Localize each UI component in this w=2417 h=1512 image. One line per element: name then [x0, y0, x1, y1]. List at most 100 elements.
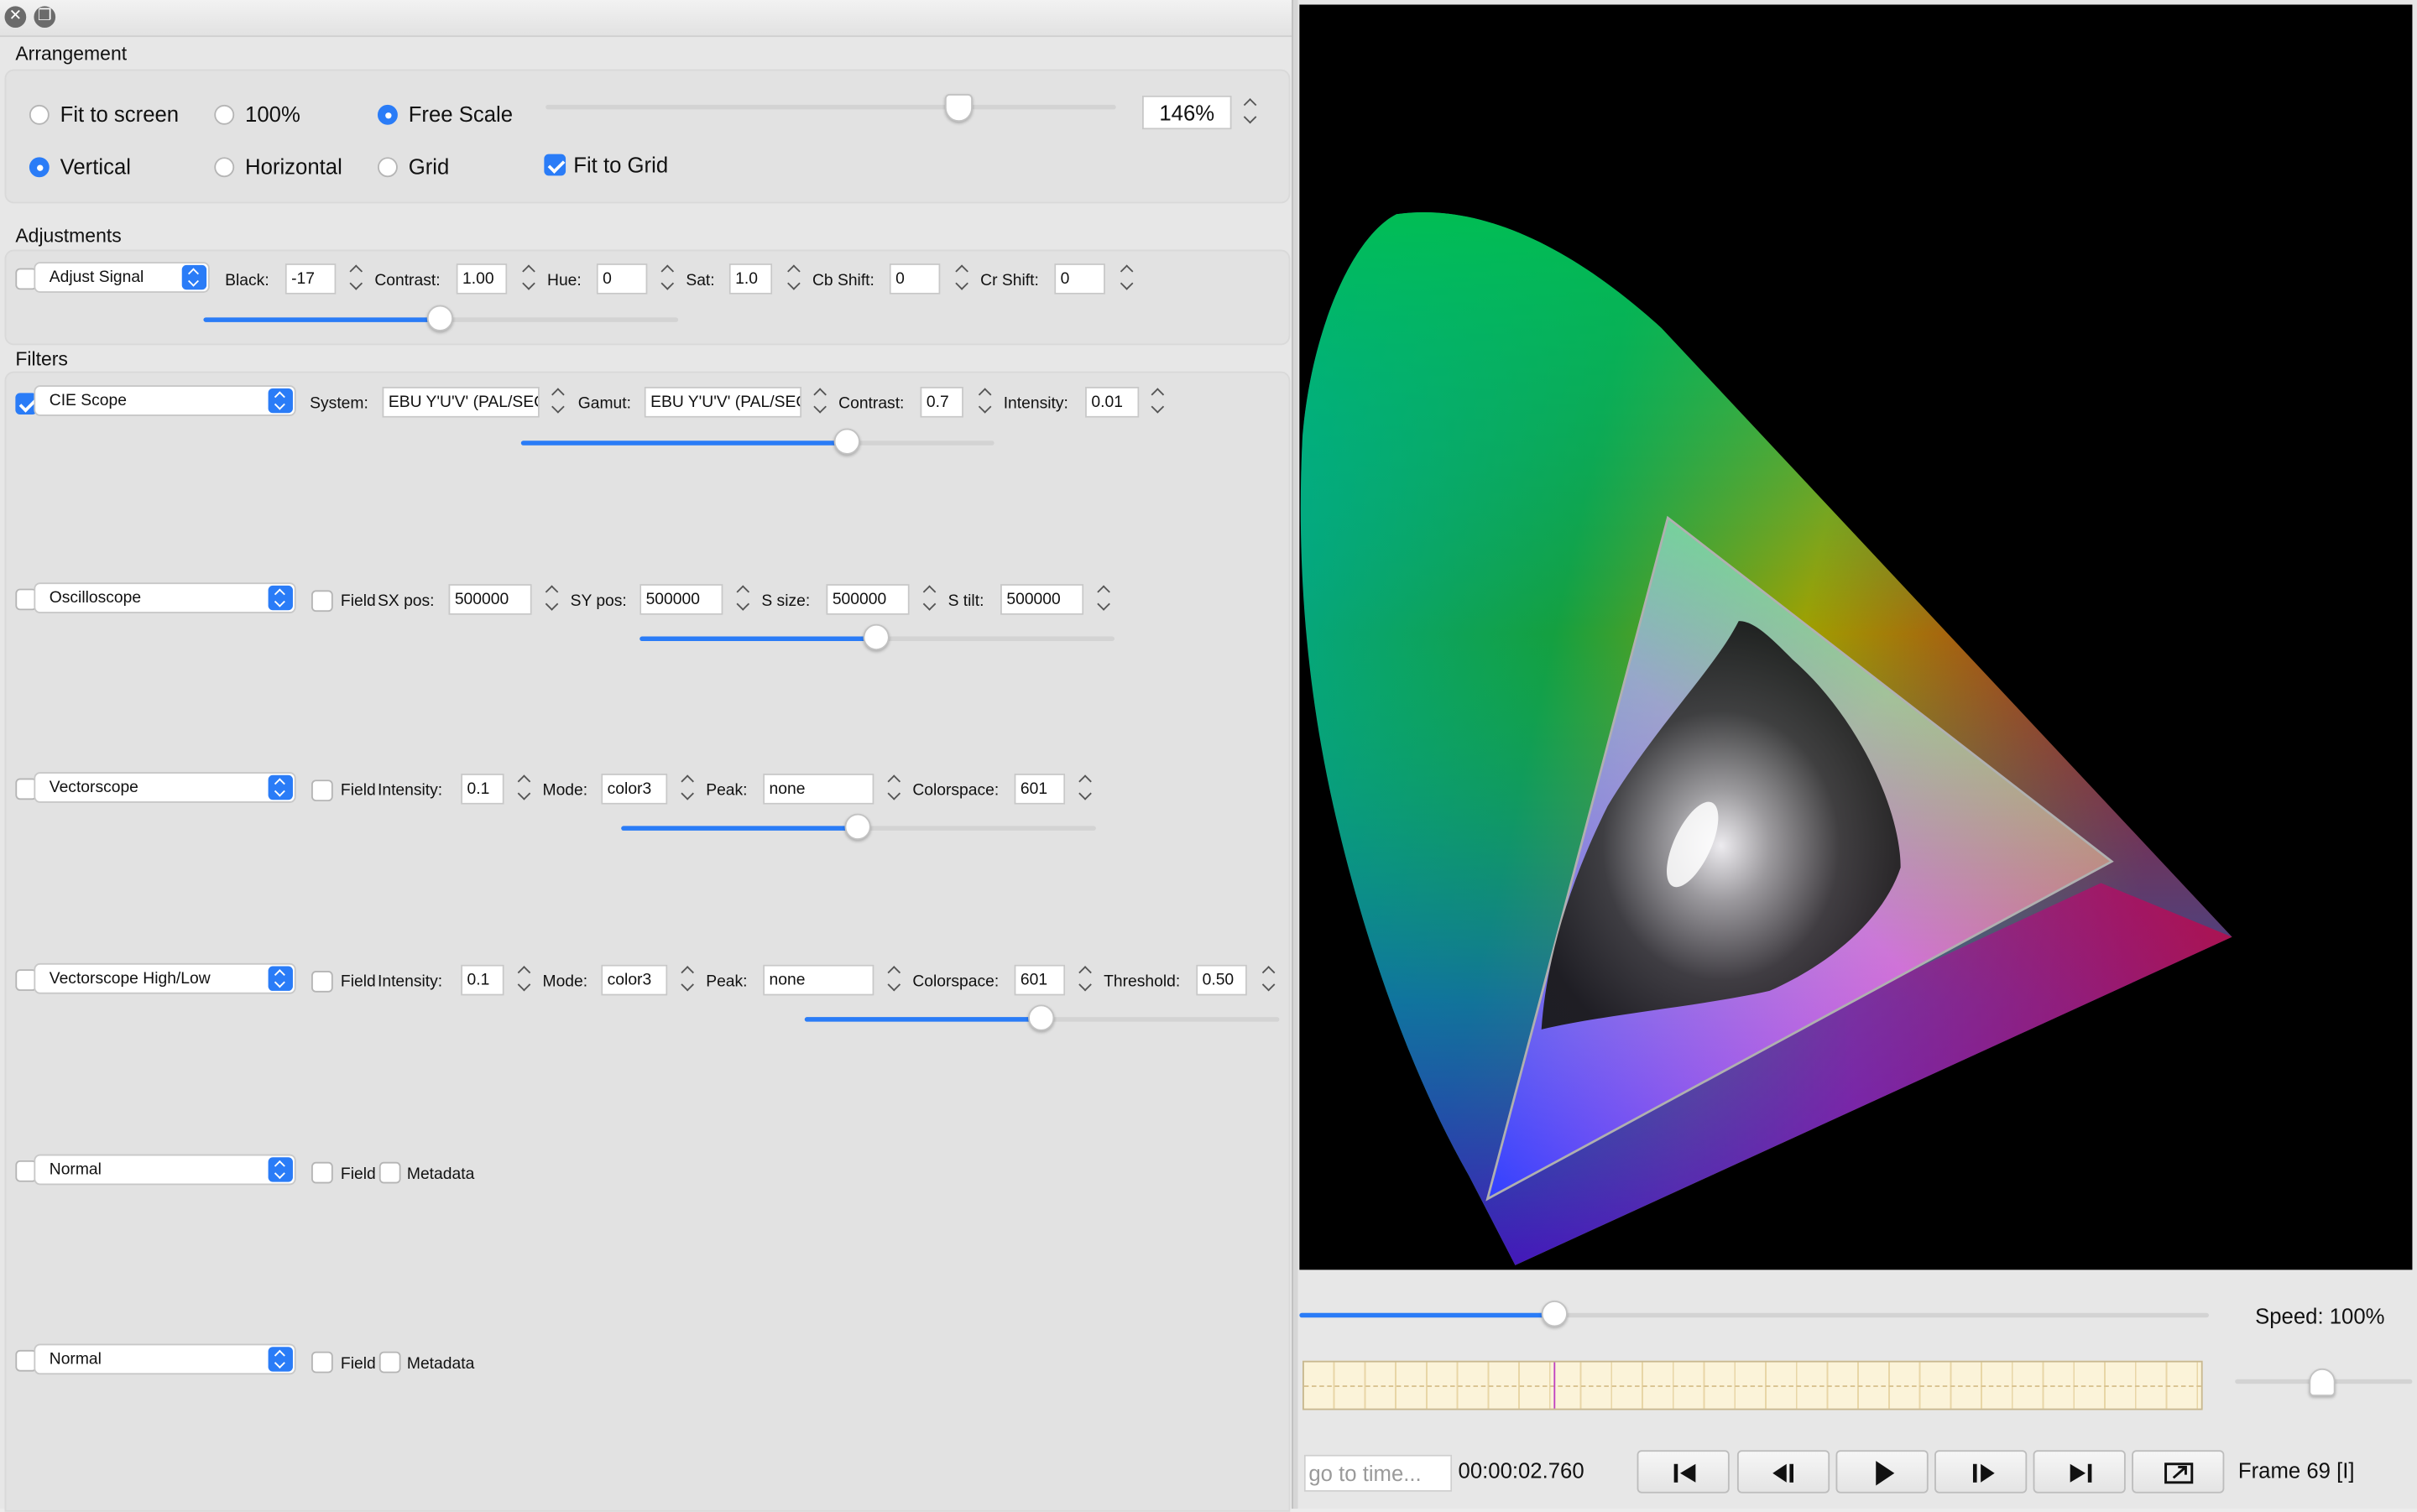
restore-icon[interactable]: ❐ — [34, 6, 56, 29]
timeline[interactable] — [1302, 1360, 2203, 1410]
step-back-button[interactable] — [1736, 1450, 1830, 1494]
cie-filter-select[interactable]: CIE Scope — [34, 385, 296, 416]
cie-gamut-field[interactable]: EBU Y'U'V' (PAL/SECAM) — [644, 386, 802, 418]
grid-label[interactable]: Grid — [409, 154, 450, 179]
fit-to-grid-checkbox[interactable] — [544, 154, 566, 176]
cr-shift-stepper[interactable] — [1118, 262, 1136, 295]
normal2-field-checkbox[interactable] — [311, 1351, 333, 1374]
osc-sy-stepper[interactable] — [733, 582, 752, 616]
step-forward-button[interactable] — [1934, 1450, 2028, 1494]
export-button[interactable] — [2132, 1450, 2225, 1494]
vechl-peak-field[interactable]: none — [763, 964, 874, 996]
vec-colorspace-field[interactable]: 601 — [1014, 773, 1066, 805]
vechl-filter-select[interactable]: Vectorscope High/Low — [34, 962, 296, 994]
cie-contrast-field[interactable]: 0.7 — [920, 386, 963, 418]
normal2-filter-select[interactable]: Normal — [34, 1343, 296, 1375]
cb-shift-stepper[interactable] — [953, 262, 971, 295]
scale-100-label[interactable]: 100% — [245, 102, 300, 126]
black-stepper[interactable] — [347, 262, 365, 295]
scale-stepper[interactable] — [1241, 96, 1260, 129]
vechl-colorspace-stepper[interactable] — [1076, 963, 1094, 997]
horizontal-radio[interactable] — [214, 157, 235, 178]
normal2-metadata-checkbox[interactable] — [378, 1351, 401, 1374]
horizontal-label[interactable]: Horizontal — [245, 154, 342, 179]
vechl-intensity-field[interactable]: 0.1 — [461, 964, 504, 996]
vec-field-checkbox[interactable] — [311, 779, 333, 802]
adjust-slider-thumb[interactable] — [426, 305, 453, 331]
vec-intensity-stepper[interactable] — [514, 772, 533, 806]
go-to-end-button[interactable] — [2033, 1450, 2126, 1494]
cie-system-field[interactable]: EBU Y'U'V' (PAL/SECAM) — [382, 386, 540, 418]
osc-ssize-stepper[interactable] — [921, 582, 939, 616]
scale-slider[interactable] — [546, 94, 1116, 123]
go-to-start-button[interactable] — [1637, 1450, 1730, 1494]
vechl-threshold-field[interactable]: 0.50 — [1196, 964, 1247, 996]
speed-slider-thumb[interactable] — [2309, 1368, 2336, 1396]
sat-field[interactable]: 1.0 — [728, 263, 773, 295]
position-slider-thumb[interactable] — [1541, 1301, 1568, 1327]
vertical-radio[interactable] — [29, 157, 50, 178]
speed-slider[interactable] — [2235, 1368, 2413, 1396]
vertical-label[interactable]: Vertical — [60, 154, 131, 179]
vechl-threshold-stepper[interactable] — [1260, 963, 1278, 997]
normal1-metadata-checkbox[interactable] — [378, 1161, 401, 1184]
cb-shift-field[interactable]: 0 — [889, 263, 941, 295]
timeline-cursor[interactable] — [1553, 1362, 1556, 1409]
free-scale-radio[interactable] — [377, 104, 398, 125]
osc-stilt-stepper[interactable] — [1094, 582, 1113, 616]
osc-slider-thumb[interactable] — [863, 623, 890, 651]
osc-field-checkbox[interactable] — [311, 590, 333, 613]
vec-filter-select[interactable]: Vectorscope — [34, 772, 296, 803]
vechl-intensity-stepper[interactable] — [514, 963, 533, 997]
normal1-field-checkbox[interactable] — [311, 1161, 333, 1184]
vec-colorspace-stepper[interactable] — [1076, 772, 1094, 806]
vec-mode-field[interactable]: color3 — [601, 773, 668, 805]
sat-stepper[interactable] — [785, 262, 803, 295]
vec-intensity-field[interactable]: 0.1 — [461, 773, 504, 805]
osc-sx-stepper[interactable] — [543, 582, 561, 616]
vec-slider-thumb[interactable] — [844, 813, 871, 840]
vechl-slider[interactable] — [804, 1004, 1280, 1031]
osc-ssize-field[interactable]: 500000 — [826, 584, 910, 615]
cie-system-stepper[interactable] — [549, 385, 567, 419]
hue-field[interactable]: 0 — [596, 263, 648, 295]
vec-slider[interactable] — [621, 813, 1096, 840]
scale-value-field[interactable]: 146% — [1141, 95, 1232, 130]
scale-slider-thumb[interactable] — [944, 94, 973, 123]
free-scale-label[interactable]: Free Scale — [409, 102, 513, 126]
fit-to-screen-radio[interactable] — [29, 104, 50, 125]
vechl-colorspace-field[interactable]: 601 — [1014, 964, 1066, 996]
black-field[interactable]: -17 — [285, 263, 337, 295]
osc-sx-field[interactable]: 500000 — [448, 584, 532, 615]
cie-gamut-stepper[interactable] — [811, 385, 829, 419]
contrast-field[interactable]: 1.00 — [456, 263, 508, 295]
cie-slider[interactable] — [520, 428, 994, 455]
vechl-mode-stepper[interactable] — [678, 963, 697, 997]
play-button[interactable] — [1835, 1450, 1929, 1494]
adjust-mode-select[interactable]: Adjust Signal — [34, 262, 210, 293]
cie-contrast-stepper[interactable] — [976, 385, 994, 419]
position-slider[interactable] — [1299, 1301, 2209, 1327]
vec-peak-field[interactable]: none — [763, 773, 874, 805]
hue-stepper[interactable] — [658, 262, 676, 295]
adjust-slider[interactable] — [203, 305, 679, 331]
fit-to-screen-label[interactable]: Fit to screen — [60, 102, 179, 126]
contrast-stepper[interactable] — [519, 262, 538, 295]
normal1-filter-select[interactable]: Normal — [34, 1154, 296, 1186]
osc-slider[interactable] — [639, 623, 1115, 651]
vec-mode-stepper[interactable] — [678, 772, 697, 806]
vec-peak-stepper[interactable] — [885, 772, 903, 806]
scale-100-radio[interactable] — [214, 104, 235, 125]
osc-stilt-field[interactable]: 500000 — [1000, 584, 1084, 615]
grid-radio[interactable] — [377, 157, 398, 178]
cie-intensity-field[interactable]: 0.01 — [1085, 386, 1140, 418]
vechl-slider-thumb[interactable] — [1028, 1004, 1055, 1031]
goto-time-input[interactable]: go to time... — [1303, 1454, 1453, 1492]
vechl-mode-field[interactable]: color3 — [601, 964, 668, 996]
fit-to-grid-label[interactable]: Fit to Grid — [573, 153, 668, 177]
osc-filter-select[interactable]: Oscilloscope — [34, 582, 296, 613]
osc-sy-field[interactable]: 500000 — [639, 584, 723, 615]
cie-intensity-stepper[interactable] — [1148, 385, 1167, 419]
cie-slider-thumb[interactable] — [833, 428, 860, 455]
close-icon[interactable]: ✕ — [4, 6, 27, 29]
